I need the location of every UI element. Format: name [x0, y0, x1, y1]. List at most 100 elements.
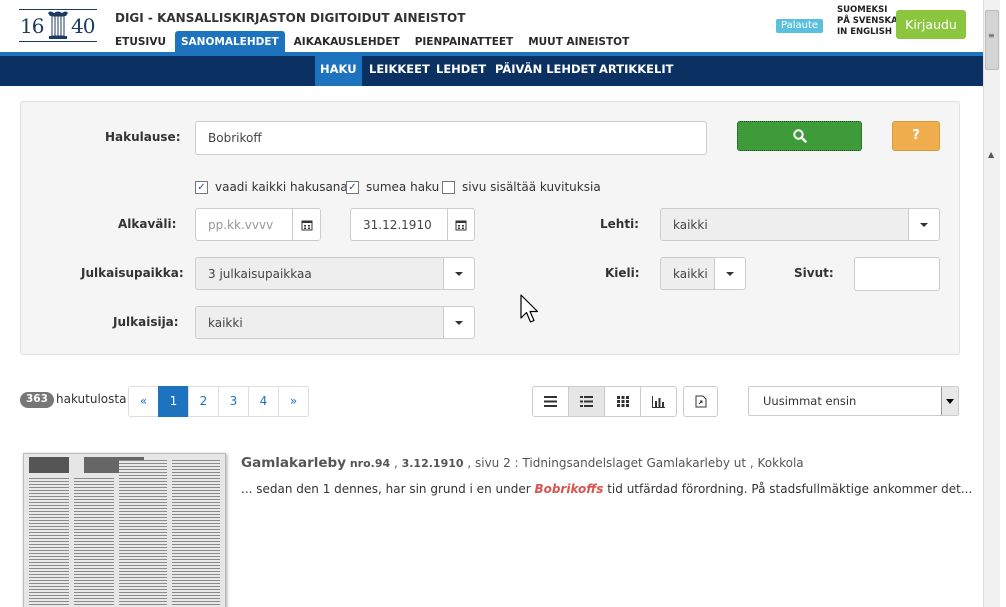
logo-line-bottom — [19, 41, 97, 42]
lang-finnish[interactable]: SUOMEKSI — [837, 5, 898, 16]
sort-select[interactable]: Uusimmat ensin — [748, 386, 959, 416]
snippet-highlight: Bobrikoffs — [534, 482, 604, 496]
place-dropdown-button[interactable] — [443, 257, 475, 290]
nav-sanomalehdet[interactable]: SANOMALEHDET — [174, 31, 285, 52]
paper-select[interactable]: kaikki — [660, 208, 909, 241]
subnav-leikkeet[interactable]: LEIKKEET — [369, 56, 430, 86]
scroll-up-icon[interactable]: ▲ — [988, 150, 994, 159]
result-issue: nro.94 — [349, 457, 391, 470]
checkbox-label: sivu sisältää kuvituksia — [462, 180, 601, 194]
date-range-label: Alkaväli: — [118, 217, 177, 231]
subnav-paivan-lehdet[interactable]: PÄIVÄN LEHDET — [495, 56, 596, 86]
lang-swedish[interactable]: PÅ SVENSKA — [837, 16, 898, 27]
export-file-icon — [695, 395, 706, 408]
place-value: 3 julkaisupaikkaa — [208, 266, 312, 281]
scrollbar-thumb[interactable] — [985, 10, 999, 70]
subnav-lehdet[interactable]: LEHDET — [436, 56, 486, 86]
lang-english[interactable]: IN ENGLISH — [837, 27, 898, 38]
export-button[interactable] — [683, 386, 718, 417]
view-grid-button[interactable] — [604, 386, 641, 417]
feedback-button[interactable]: Palaute — [776, 19, 824, 33]
snippet-after: tid utfärdad förordning. På stadsfullmäk… — [603, 482, 973, 496]
nav-etusivu[interactable]: ETUSIVU — [109, 31, 172, 52]
language-selector: SUOMEKSI PÅ SVENSKA IN ENGLISH — [837, 5, 898, 38]
result-title[interactable]: Gamlakarleby nro.94 , 3.12.1910 , sivu 2… — [241, 455, 804, 471]
view-list-button[interactable] — [532, 386, 569, 417]
language-dropdown-button[interactable] — [714, 257, 746, 290]
checkbox-box[interactable] — [442, 180, 455, 194]
checkbox-box[interactable]: ✓ — [346, 180, 359, 194]
result-snippet: ... sedan den 1 dennes, har sin grund i … — [241, 482, 972, 496]
login-button[interactable]: Kirjaudu — [896, 10, 966, 39]
language-value: kaikki — [673, 266, 708, 281]
result-thumbnail[interactable] — [23, 453, 226, 607]
paper-value: kaikki — [673, 217, 708, 232]
nav-pienpainatteet[interactable]: PIENPAINATTEET — [409, 31, 520, 52]
sub-navigation: HAKU LEIKKEET LEHDET PÄIVÄN LEHDET ARTIK… — [0, 56, 983, 86]
thumb-column — [74, 478, 114, 607]
grid-icon — [616, 396, 629, 407]
vertical-scrollbar[interactable]: ≡ ▲ — [983, 0, 1000, 607]
calendar-icon — [301, 220, 312, 230]
publisher-select[interactable]: kaikki — [195, 306, 444, 339]
language-label: Kieli: — [605, 266, 640, 280]
column-icon — [48, 11, 68, 39]
query-label: Hakulause: — [105, 130, 181, 144]
date-from-placeholder: pp.kk.vvvv — [208, 217, 274, 232]
scroll-grip-icon: ≡ — [988, 31, 995, 40]
site-logo[interactable]: 16 40 — [19, 9, 97, 42]
thumb-column — [119, 460, 167, 607]
publisher-label: Julkaisija: — [113, 315, 179, 329]
date-to-input[interactable]: 31.12.1910 — [350, 208, 448, 241]
query-value: Bobrikoff — [208, 131, 262, 145]
logo-number-right: 40 — [71, 14, 95, 38]
page-next[interactable]: » — [278, 386, 309, 417]
place-label: Julkaisupaikka: — [81, 266, 184, 280]
checkbox-box[interactable]: ✓ — [195, 180, 208, 194]
logo-number-left: 16 — [20, 14, 44, 38]
chevron-down-icon — [946, 398, 954, 404]
query-input[interactable]: Bobrikoff — [195, 121, 707, 155]
checkbox-label: sumea haku — [366, 180, 440, 194]
nav-muut-aineistot[interactable]: MUUT AINEISTOT — [522, 31, 635, 52]
list-icon — [544, 396, 557, 407]
paper-label: Lehti: — [600, 217, 639, 231]
date-from-calendar-button[interactable] — [292, 208, 321, 241]
search-button[interactable] — [737, 121, 862, 151]
page-prev[interactable]: « — [128, 386, 159, 417]
pages-input[interactable] — [854, 257, 940, 291]
subnav-artikkelit[interactable]: ARTIKKELIT — [599, 56, 674, 86]
paper-dropdown-button[interactable] — [908, 208, 940, 241]
help-button[interactable]: ? — [892, 121, 940, 151]
thumb-column — [172, 460, 220, 607]
subnav-haku[interactable]: HAKU — [315, 56, 362, 86]
detail-list-icon — [580, 396, 593, 407]
checkbox-illustrations[interactable]: sivu sisältää kuvituksia — [442, 180, 601, 194]
sort-dropdown-button[interactable] — [941, 387, 958, 415]
page-1[interactable]: 1 — [158, 386, 189, 417]
nav-aikakauslehdet[interactable]: AIKAKAUSLEHDET — [288, 31, 406, 52]
page-4[interactable]: 4 — [248, 386, 279, 417]
view-mode-group — [532, 386, 677, 417]
view-detail-list-button[interactable] — [568, 386, 605, 417]
view-chart-button[interactable] — [640, 386, 677, 417]
thumb-column — [29, 478, 69, 607]
thumb-masthead — [29, 457, 69, 473]
date-from-input[interactable]: pp.kk.vvvv — [195, 208, 293, 241]
page-2[interactable]: 2 — [188, 386, 219, 417]
date-to-value: 31.12.1910 — [363, 217, 432, 232]
site-header: 16 40 DIGI - KANSALLISKIRJASTON DIGITOID… — [0, 0, 983, 52]
chevron-down-icon — [455, 320, 463, 325]
date-to-calendar-button[interactable] — [447, 208, 475, 241]
language-select[interactable]: kaikki — [660, 257, 715, 290]
result-paper-name[interactable]: Gamlakarleby — [241, 455, 346, 471]
checkbox-fuzzy[interactable]: ✓ sumea haku — [346, 180, 439, 194]
pages-label: Sivut: — [794, 266, 834, 280]
publisher-dropdown-button[interactable] — [443, 306, 475, 339]
calendar-icon — [455, 220, 467, 230]
publisher-value: kaikki — [208, 315, 243, 330]
place-select[interactable]: 3 julkaisupaikkaa — [195, 257, 444, 290]
page-3[interactable]: 3 — [218, 386, 249, 417]
snippet-before: ... sedan den 1 dennes, har sin grund i … — [241, 482, 535, 496]
checkbox-all-words[interactable]: ✓ vaadi kaikki hakusanat — [195, 180, 352, 194]
